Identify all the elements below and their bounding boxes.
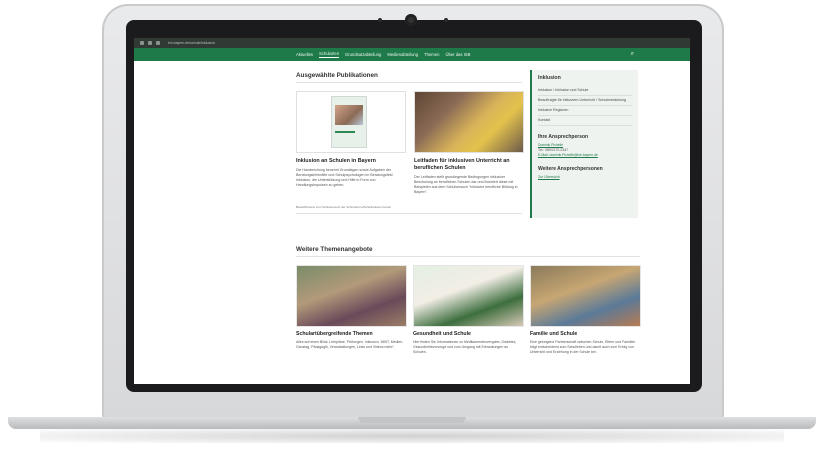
nav-item-themen[interactable]: Themen bbox=[424, 52, 439, 57]
family-photo[interactable] bbox=[530, 265, 641, 327]
contact-heading: Ihre Ansprechperson bbox=[538, 134, 589, 140]
nav-item-aktuelles[interactable]: Aktuelles bbox=[296, 52, 313, 57]
publication-title[interactable]: Inklusion an Schulen in Bayern bbox=[296, 158, 404, 165]
sidebar-link[interactable]: Inklusion / Inklusion und Schule bbox=[538, 86, 632, 96]
back-icon[interactable] bbox=[140, 41, 144, 45]
topic-card[interactable]: Gesundheit und Schule Hier finden Sie In… bbox=[413, 265, 524, 355]
topic-text: Alles auf einen Blick: Lehrpläne, Prüfun… bbox=[296, 340, 404, 349]
address-bar[interactable]: km.bayern.de/schule/inklusion bbox=[168, 41, 215, 45]
topic-title[interactable]: Familie und Schule bbox=[530, 331, 639, 337]
laptop-shadow bbox=[40, 429, 784, 443]
browser-bar: km.bayern.de/schule/inklusion bbox=[134, 38, 690, 48]
topic-card[interactable]: Schulartübergreifende Themen Alles auf e… bbox=[296, 265, 407, 355]
contact-email[interactable]: E-Mail: dominik.Pichelle@isb.bayern.de bbox=[538, 153, 632, 158]
topic-text: Eine gelungene Partnerschaft zwischen Sc… bbox=[530, 340, 636, 354]
nav-item-grundsatzabteilung[interactable]: Grundsatzabteilung bbox=[345, 52, 381, 57]
more-topics-heading: Weitere Themenangebote bbox=[296, 246, 640, 257]
publication-title[interactable]: Leitfaden für inklusiven Unterricht an b… bbox=[414, 158, 522, 172]
sidebar: Inklusion Inklusion / Inklusion und Schu… bbox=[530, 70, 638, 218]
publication-text: Die Handreichung benennt Grundlagen sowi… bbox=[296, 168, 393, 187]
publication-card[interactable]: Leitfaden für inklusiven Unterricht an b… bbox=[414, 91, 524, 195]
group-photo[interactable] bbox=[296, 265, 407, 327]
sidebar-link[interactable]: Inklusive Regionen bbox=[538, 106, 632, 116]
reload-icon[interactable] bbox=[148, 41, 152, 45]
topic-text: Hier finden Sie Informationen zu Medikam… bbox=[413, 340, 517, 354]
overview-link[interactable]: Zur Übersicht bbox=[538, 175, 632, 179]
sidebar-heading: Inklusion bbox=[538, 75, 561, 81]
nav-item-schularten[interactable]: Schularten bbox=[319, 51, 340, 58]
nav-item-medienabteilung[interactable]: Medienabteilung bbox=[387, 52, 418, 57]
sidebar-link[interactable]: Kontakt bbox=[538, 116, 632, 126]
topic-card[interactable]: Familie und Schule Eine gelungene Partne… bbox=[530, 265, 641, 355]
camera-sensor-right bbox=[444, 18, 448, 22]
webcam-icon bbox=[405, 14, 417, 26]
more-contacts-heading: Weitere Ansprechpersonen bbox=[538, 166, 603, 172]
publications-heading: Ausgewählte Publikationen bbox=[296, 72, 522, 83]
more-topics-section: Weitere Themenangebote Schulartübergreif… bbox=[296, 246, 641, 355]
sidebar-link[interactable]: Beauftragte für inklusiven Unterricht / … bbox=[538, 96, 632, 106]
search-icon[interactable]: ⌕ bbox=[631, 51, 634, 58]
camera-sensor-left bbox=[378, 18, 382, 22]
nav-item-ueber-das-isb[interactable]: Über das ISB bbox=[445, 52, 470, 57]
booklet-cover-image[interactable] bbox=[296, 91, 406, 153]
topic-title[interactable]: Schulartübergreifende Themen bbox=[296, 331, 405, 337]
classroom-photo[interactable] bbox=[414, 91, 524, 153]
main-navigation: Aktuelles Schularten Grundsatzabteilung … bbox=[134, 48, 690, 61]
lock-icon bbox=[156, 41, 160, 45]
topic-title[interactable]: Gesundheit und Schule bbox=[413, 331, 522, 337]
publications-section: Ausgewählte Publikationen Inklusion an S… bbox=[296, 72, 524, 214]
student-photo[interactable] bbox=[413, 265, 524, 327]
order-notice[interactable]: Bestellhinweis zum Schulversuch der Schu… bbox=[296, 205, 522, 214]
screen: km.bayern.de/schule/inklusion Aktuelles … bbox=[134, 38, 690, 384]
publication-text: Der Leitfaden stellt grundlegende Beding… bbox=[414, 175, 518, 194]
publication-card[interactable]: Inklusion an Schulen in Bayern Die Handr… bbox=[296, 91, 406, 195]
laptop-notch bbox=[358, 417, 466, 423]
